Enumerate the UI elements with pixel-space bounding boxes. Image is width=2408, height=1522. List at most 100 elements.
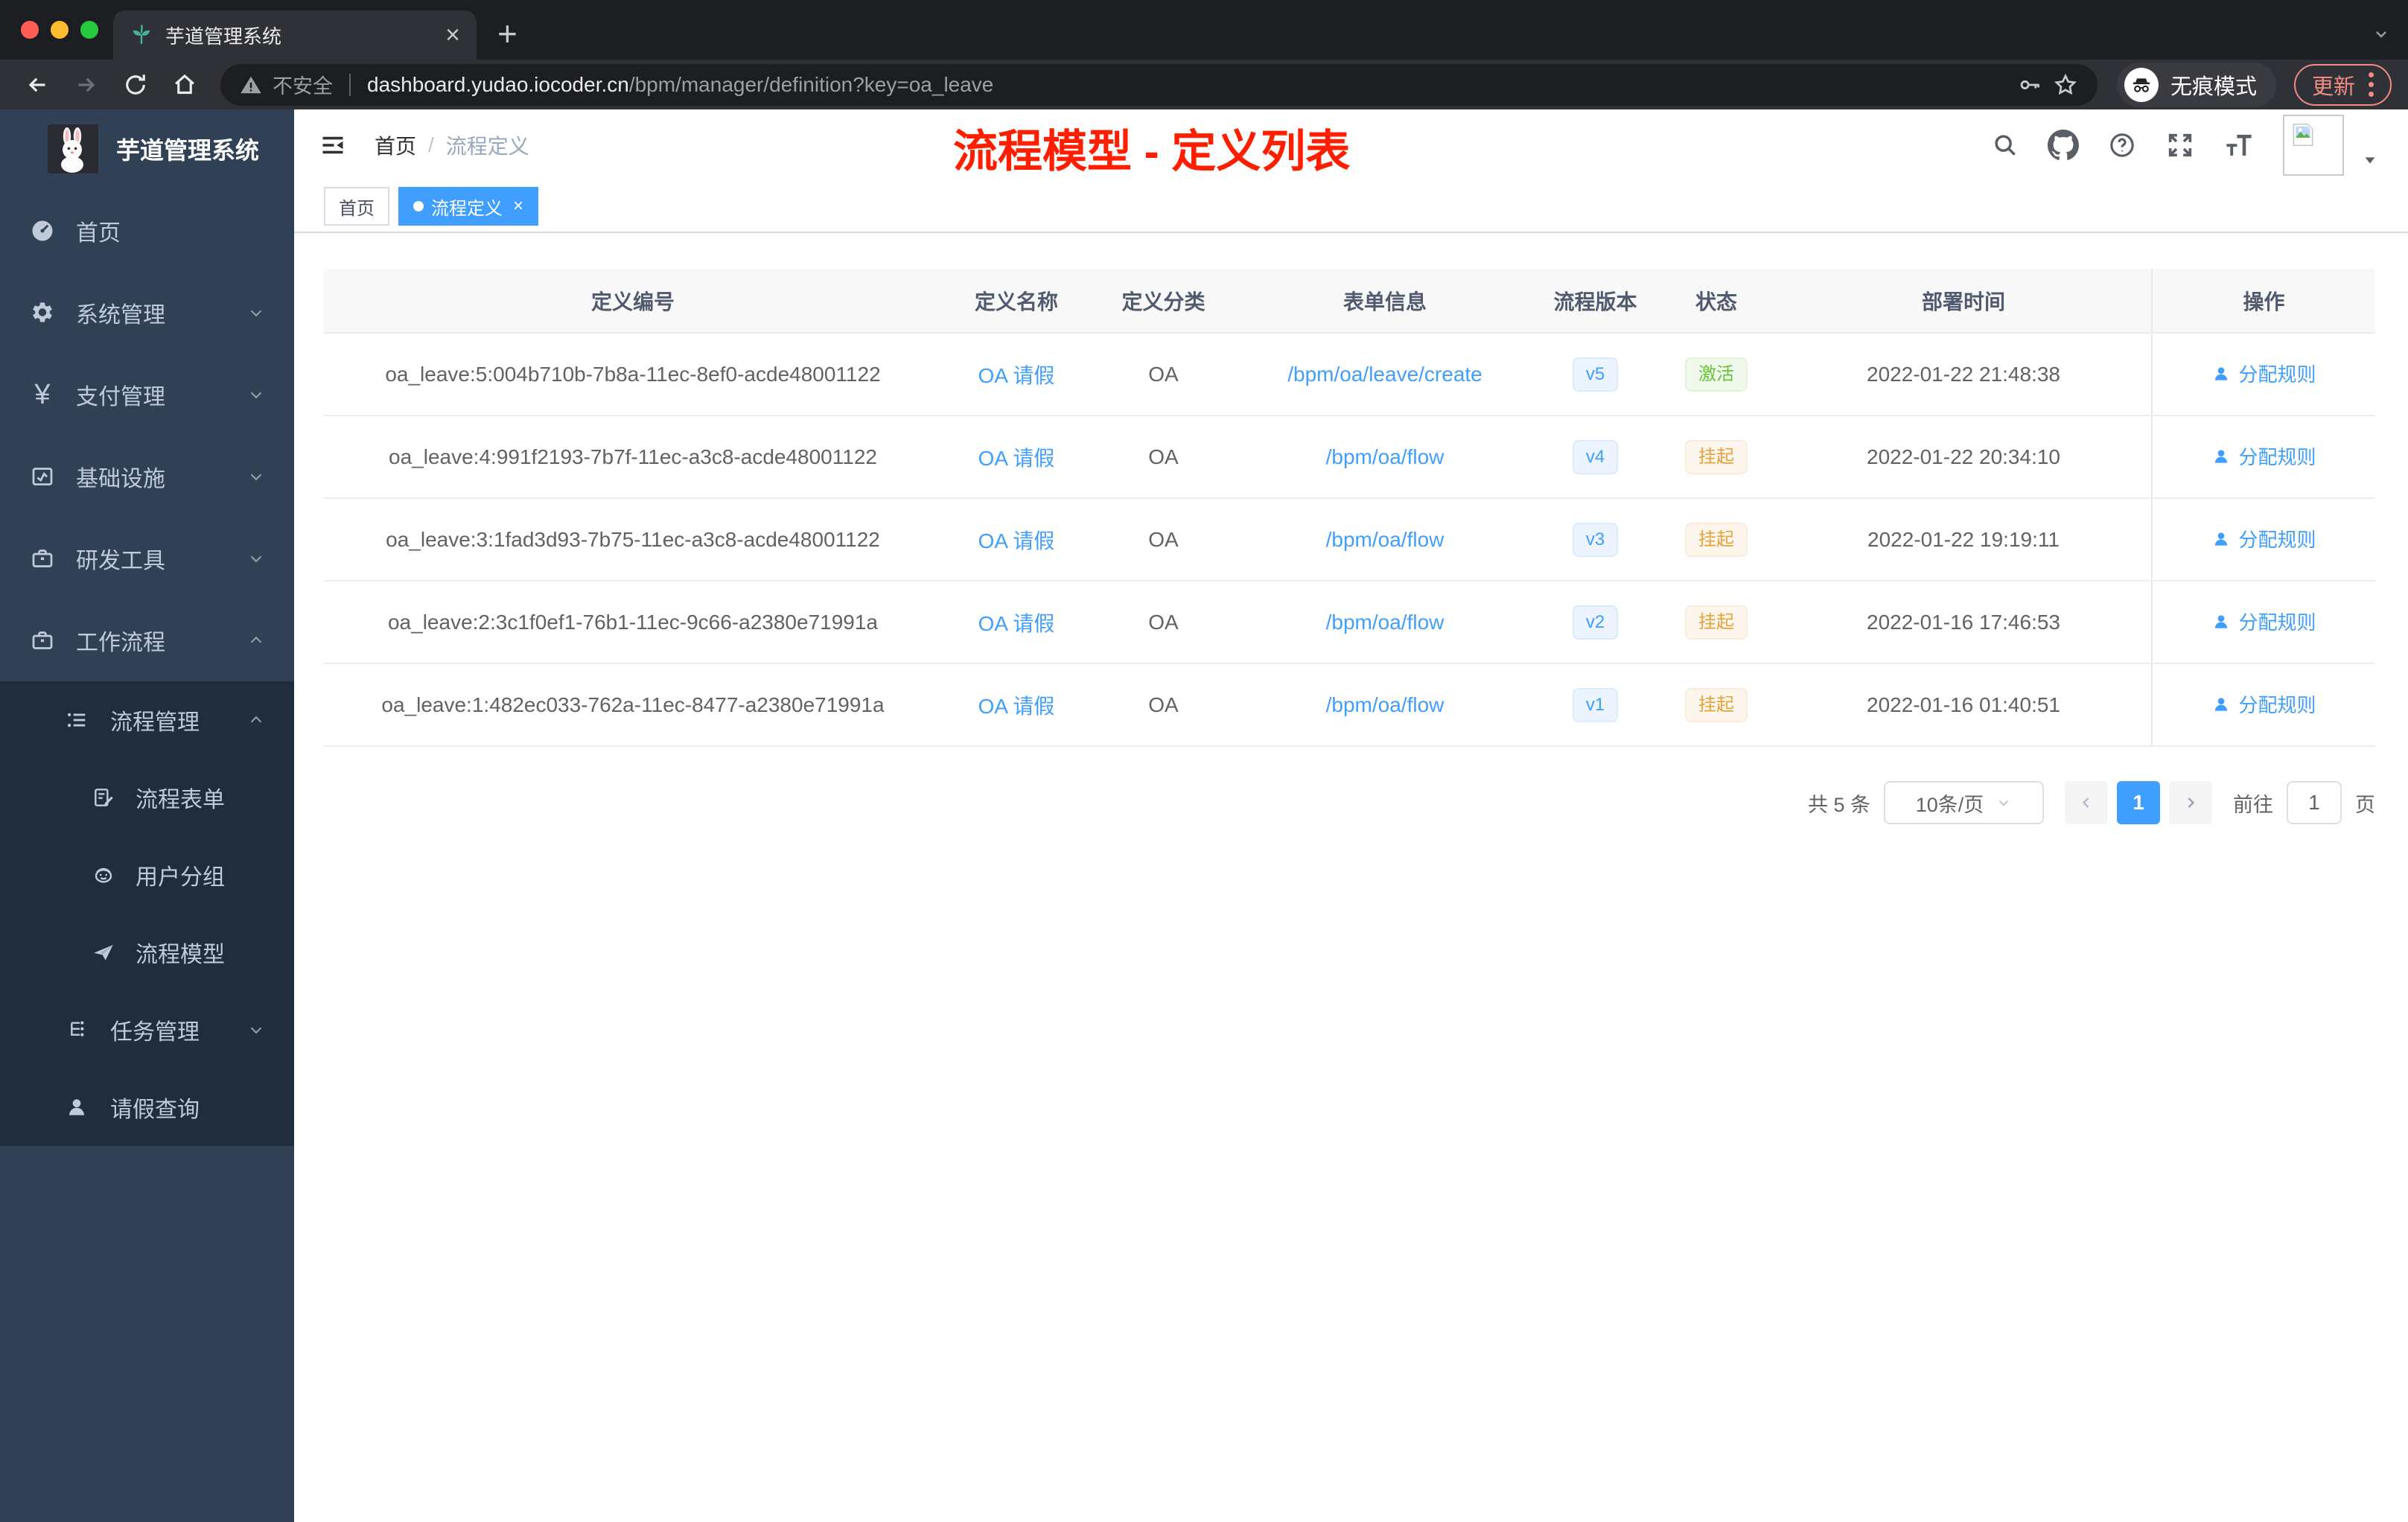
definition-name-link[interactable]: OA 请假: [978, 612, 1055, 635]
page-content: 定义编号 定义名称 定义分类 表单信息 流程版本 状态 部署时间 操作 oa_l…: [294, 233, 2408, 824]
assign-rule-button[interactable]: 分配规则: [2211, 525, 2316, 553]
app-title: 芋道管理系统: [116, 136, 260, 164]
breadcrumb-home[interactable]: 首页: [375, 130, 416, 160]
update-chrome-button[interactable]: 更新: [2293, 63, 2392, 106]
sidebar-item-label: 用户分组: [136, 865, 225, 890]
tag-home[interactable]: 首页: [324, 187, 389, 226]
toolbox-icon: [28, 545, 57, 572]
font-size-icon[interactable]: [2223, 130, 2255, 161]
cell-category: OA: [1091, 581, 1236, 664]
definition-name-link[interactable]: OA 请假: [978, 447, 1055, 470]
status-badge: 挂起: [1685, 439, 1748, 474]
form-link[interactable]: /bpm/oa/flow: [1326, 611, 1445, 634]
definition-name-link[interactable]: OA 请假: [978, 529, 1055, 553]
form-link[interactable]: /bpm/oa/flow: [1326, 528, 1445, 551]
app-logo-avatar: [48, 124, 98, 173]
annotation-title: 流程模型 - 定义列表: [953, 127, 1351, 176]
assign-rule-button[interactable]: 分配规则: [2211, 360, 2316, 387]
table-row: oa_leave:2:3c1f0ef1-76b1-11ec-9c66-a2380…: [324, 581, 2375, 664]
goto-page-input[interactable]: [2287, 781, 2342, 824]
tab-search-chevron-icon[interactable]: [2372, 25, 2390, 43]
sidebar-item-dev-tools[interactable]: 研发工具: [0, 518, 294, 599]
maximize-window-button[interactable]: [80, 21, 98, 39]
chevron-down-icon: [246, 1020, 266, 1039]
sidebar-item-leave-query[interactable]: 请假查询: [0, 1069, 294, 1146]
assign-rule-button[interactable]: 分配规则: [2211, 690, 2316, 718]
version-badge[interactable]: v1: [1572, 687, 1619, 722]
user-avatar-broken-image[interactable]: [2283, 115, 2344, 176]
incognito-badge: 无痕模式: [2116, 62, 2276, 107]
status-badge: 激活: [1685, 357, 1748, 392]
collapse-sidebar-icon[interactable]: [319, 132, 346, 159]
version-badge[interactable]: v5: [1572, 357, 1619, 392]
reload-button[interactable]: [115, 64, 156, 106]
sidebar-item-infrastructure[interactable]: 基础设施: [0, 436, 294, 518]
table-header-row: 定义编号 定义名称 定义分类 表单信息 流程版本 状态 部署时间 操作: [324, 269, 2375, 334]
version-badge[interactable]: v3: [1572, 522, 1619, 557]
security-label[interactable]: 不安全: [273, 70, 333, 99]
tags-view: 首页 流程定义 ×: [294, 181, 2408, 233]
browser-tab[interactable]: 芋道管理系统 ×: [113, 10, 477, 60]
tag-process-definition[interactable]: 流程定义 ×: [398, 187, 539, 226]
sidebar-item-process-management[interactable]: 流程管理: [0, 681, 294, 759]
tab-close-icon[interactable]: ×: [445, 22, 460, 48]
gear-icon: [28, 299, 57, 326]
version-badge[interactable]: v2: [1572, 605, 1619, 640]
form-link[interactable]: /bpm/oa/leave/create: [1287, 363, 1482, 386]
home-button[interactable]: [164, 64, 206, 106]
status-badge: 挂起: [1685, 687, 1748, 722]
sidebar-menu: 首页 系统管理 ¥ 支付管理 基础设施 研发工具 工作流程 流程管理 流程表单 …: [0, 190, 294, 1146]
sidebar-item-user-group[interactable]: 用户分组: [0, 836, 294, 914]
fullscreen-icon[interactable]: [2165, 130, 2195, 160]
cell-deploy-time: 2022-01-16 17:46:53: [1776, 581, 2152, 664]
col-definition-id: 定义编号: [324, 269, 942, 334]
help-question-icon[interactable]: [2107, 130, 2137, 160]
sidebar-item-payment[interactable]: ¥ 支付管理: [0, 354, 294, 436]
next-page-button[interactable]: [2169, 781, 2212, 824]
github-icon[interactable]: [2048, 130, 2079, 161]
bookmark-star-icon[interactable]: [2053, 72, 2078, 98]
browser-chrome: 芋道管理系统 × + 不安全 dashboard.yudao.iocoder.c…: [0, 0, 2408, 109]
url-path: /bpm/manager/definition?key=oa_leave: [628, 72, 994, 96]
sidebar: 芋道管理系统 首页 系统管理 ¥ 支付管理 基础设施 研发工具 工作流程 流程管…: [0, 109, 294, 1522]
tag-close-icon[interactable]: ×: [513, 196, 523, 217]
search-icon[interactable]: [1991, 131, 2019, 159]
incognito-icon: [2124, 67, 2159, 102]
sidebar-item-label: 流程表单: [136, 788, 225, 812]
sidebar-item-system[interactable]: 系统管理: [0, 272, 294, 354]
sidebar-item-task-management[interactable]: 任务管理: [0, 991, 294, 1069]
prev-page-button[interactable]: [2065, 781, 2108, 824]
cell-definition-id: oa_leave:2:3c1f0ef1-76b1-11ec-9c66-a2380…: [324, 581, 942, 664]
password-key-icon[interactable]: [2017, 72, 2042, 98]
cell-deploy-time: 2022-01-22 21:48:38: [1776, 333, 2152, 416]
sidebar-item-process-model[interactable]: 流程模型: [0, 914, 294, 991]
url-bar[interactable]: 不安全 dashboard.yudao.iocoder.cn/bpm/manag…: [220, 63, 2098, 106]
assign-rule-button[interactable]: 分配规则: [2211, 608, 2316, 635]
tab-title: 芋道管理系统: [165, 25, 282, 48]
browser-toolbar: 不安全 dashboard.yudao.iocoder.cn/bpm/manag…: [0, 60, 2408, 109]
browser-menu-icon[interactable]: [2369, 72, 2374, 97]
version-badge[interactable]: v4: [1572, 439, 1619, 474]
chevron-up-icon: [246, 631, 266, 650]
sidebar-item-workflow[interactable]: 工作流程: [0, 599, 294, 681]
avatar-caret-icon[interactable]: [2362, 152, 2378, 168]
definition-name-link[interactable]: OA 请假: [978, 364, 1055, 387]
tab-strip: 芋道管理系统 × +: [0, 0, 2408, 60]
form-link[interactable]: /bpm/oa/flow: [1326, 693, 1445, 716]
window-controls[interactable]: [21, 21, 98, 39]
current-page-button[interactable]: 1: [2117, 781, 2160, 824]
cell-definition-id: oa_leave:5:004b710b-7b8a-11ec-8ef0-acde4…: [324, 333, 942, 416]
form-link[interactable]: /bpm/oa/flow: [1326, 445, 1445, 468]
assign-rule-button[interactable]: 分配规则: [2211, 442, 2316, 470]
cell-deploy-time: 2022-01-22 19:19:11: [1776, 498, 2152, 582]
back-button[interactable]: [16, 64, 58, 106]
sidebar-item-home[interactable]: 首页: [0, 190, 294, 272]
minimize-window-button[interactable]: [51, 21, 69, 39]
close-window-button[interactable]: [21, 21, 39, 39]
sidebar-item-process-form[interactable]: 流程表单: [0, 759, 294, 836]
new-tab-button[interactable]: +: [497, 16, 517, 51]
page-size-select[interactable]: 10条/页: [1884, 781, 2044, 824]
col-process-version: 流程版本: [1534, 269, 1657, 334]
forward-button[interactable]: [66, 64, 107, 106]
definition-name-link[interactable]: OA 请假: [978, 695, 1055, 718]
